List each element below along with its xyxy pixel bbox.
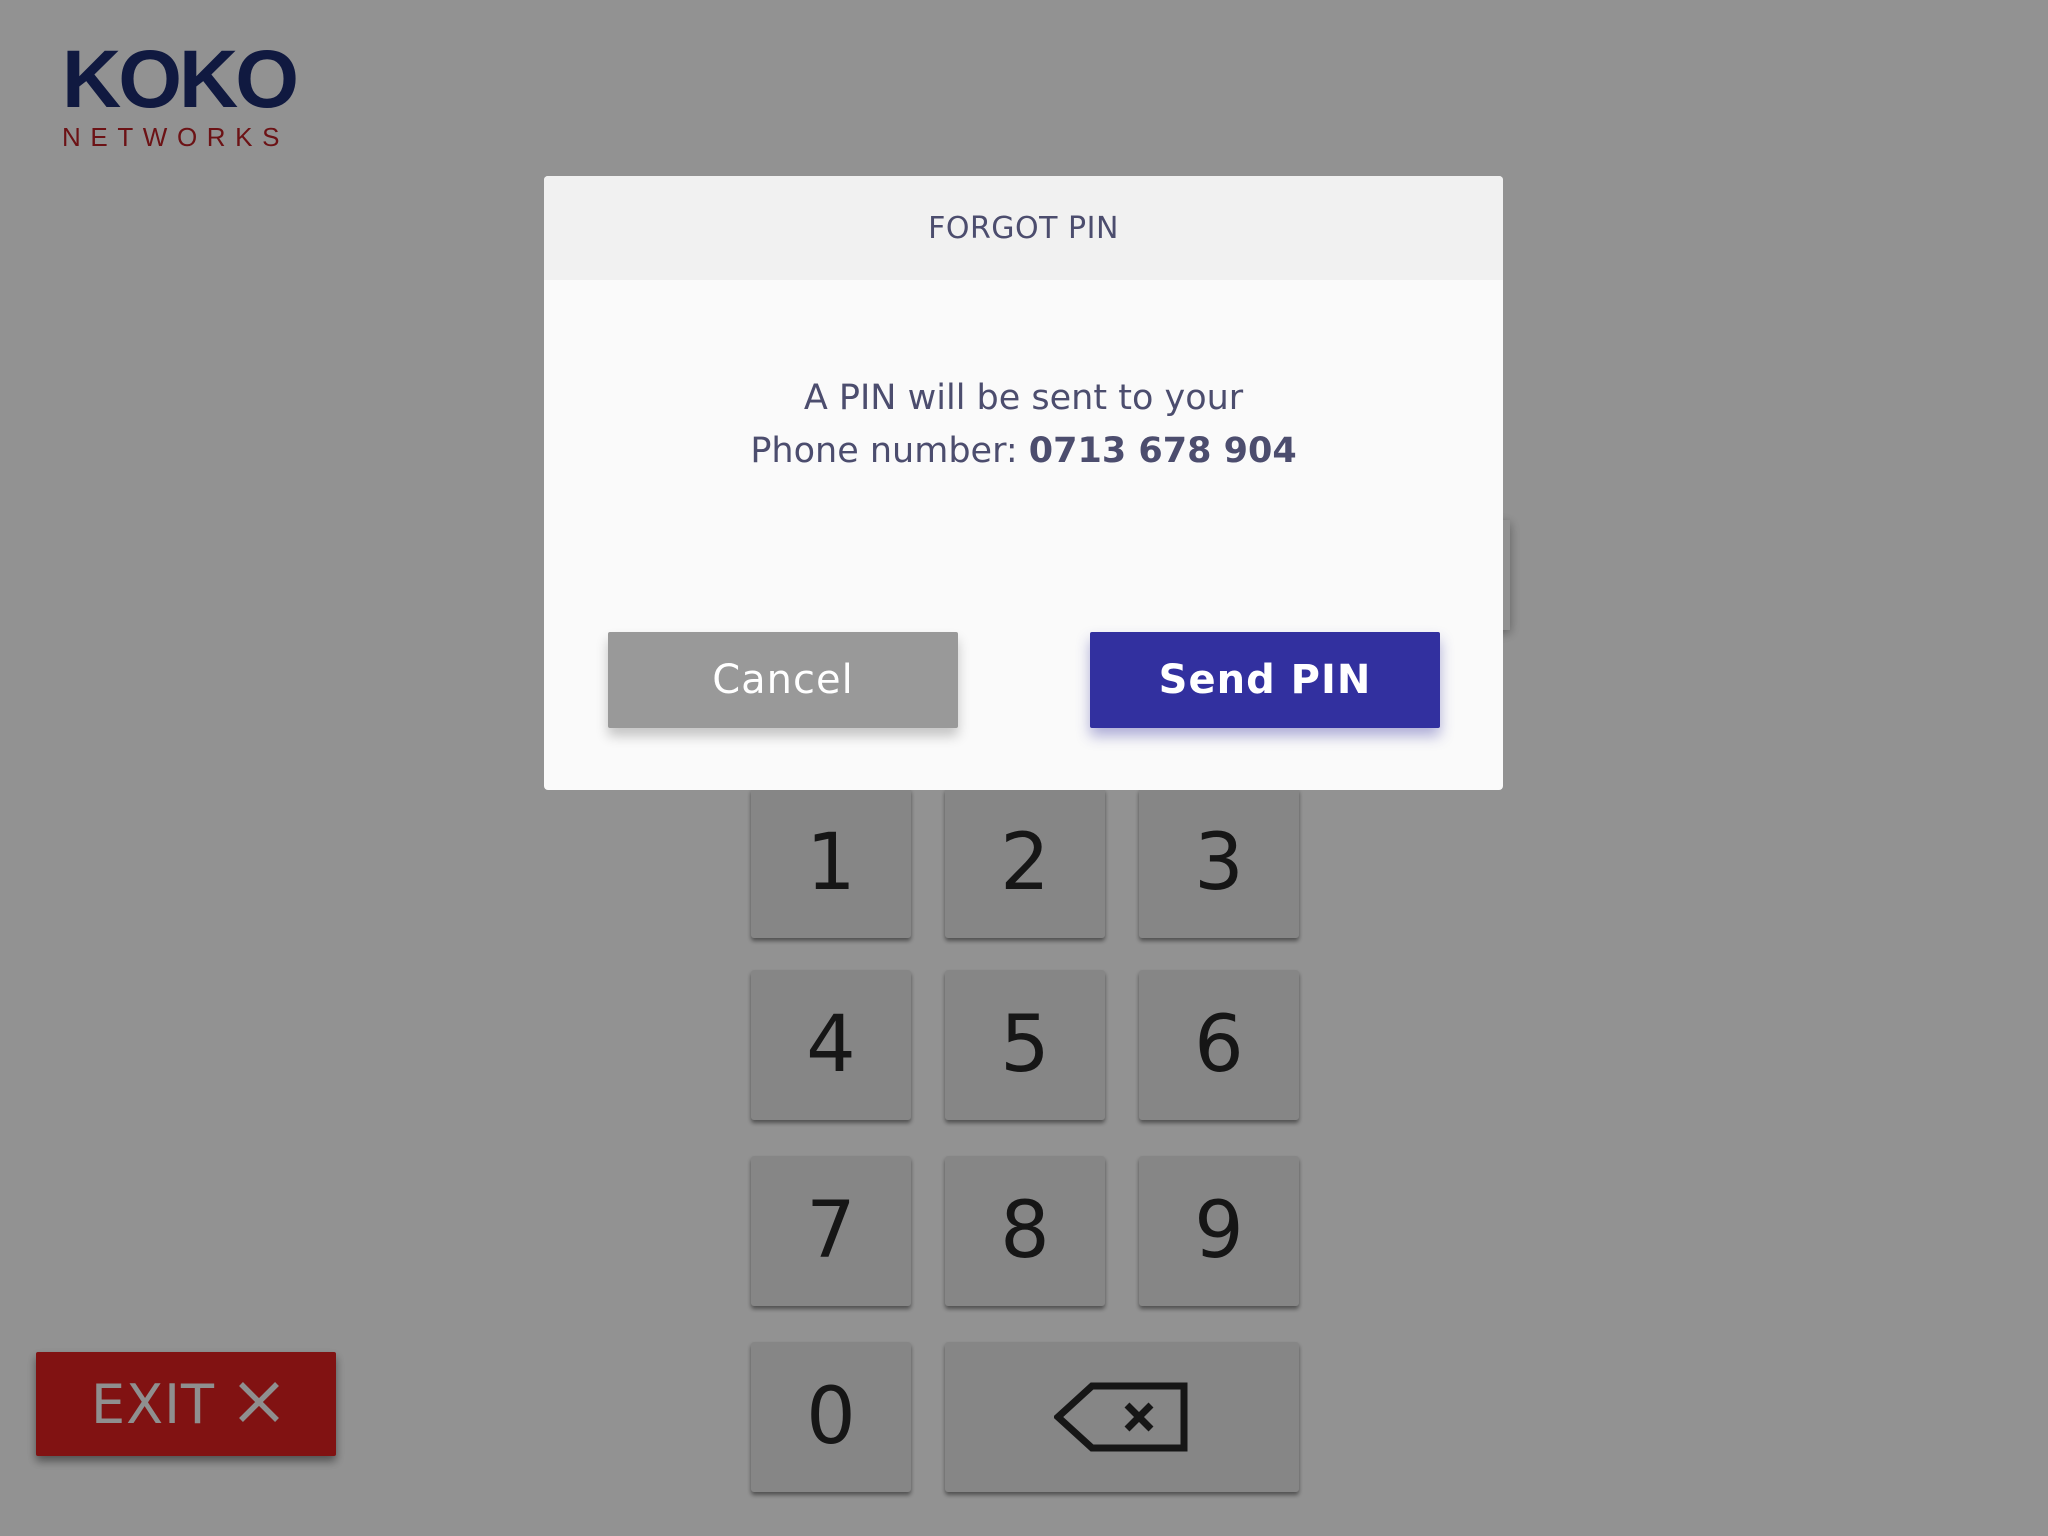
dialog-message: A PIN will be sent to your Phone number:… xyxy=(544,372,1503,478)
message-line-2: Phone number: 0713 678 904 xyxy=(544,425,1503,478)
dialog-header: FORGOT PIN xyxy=(544,176,1503,280)
forgot-pin-dialog: FORGOT PIN A PIN will be sent to your Ph… xyxy=(544,176,1503,790)
message-line-1: A PIN will be sent to your xyxy=(803,378,1244,418)
send-pin-button[interactable]: Send PIN xyxy=(1090,632,1440,728)
phone-number-label: Phone number: xyxy=(750,431,1029,471)
cancel-button[interactable]: Cancel xyxy=(608,632,958,728)
phone-number: 0713 678 904 xyxy=(1028,431,1297,471)
dialog-title: FORGOT PIN xyxy=(928,210,1119,246)
